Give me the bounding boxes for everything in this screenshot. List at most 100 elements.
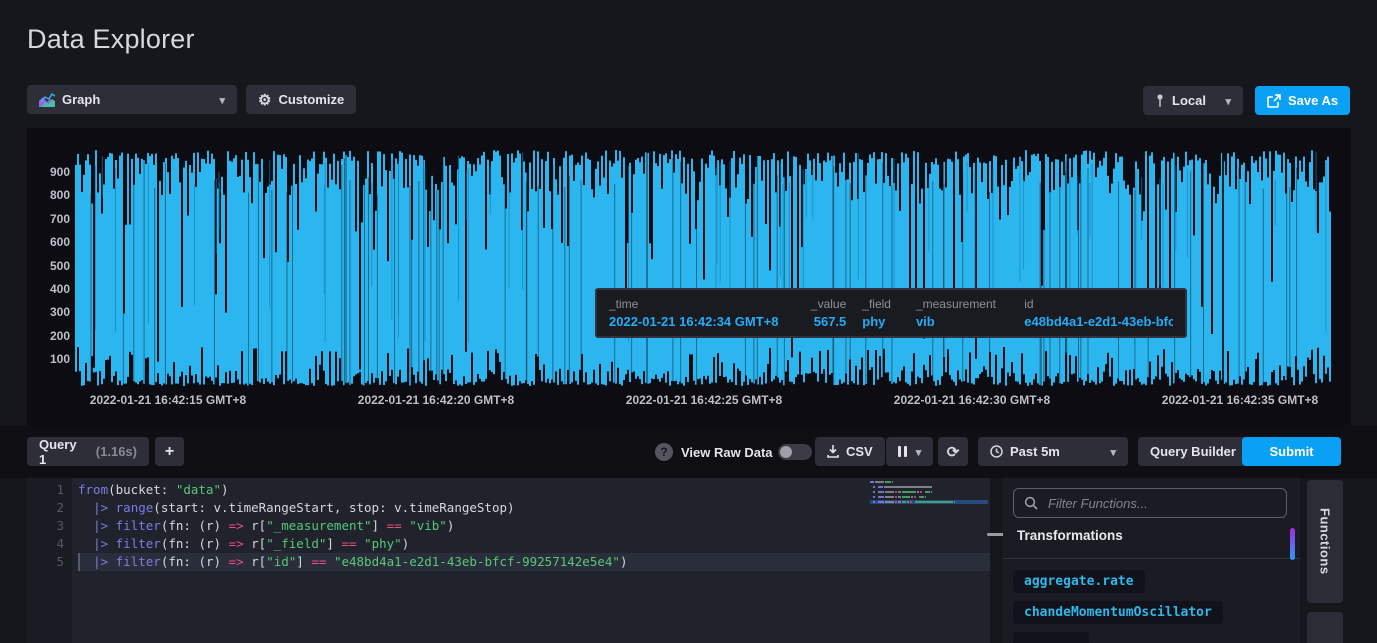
line-number: 4 [27,535,78,553]
pause-icon [898,446,907,457]
submit-button[interactable]: Submit [1242,437,1341,466]
x-tick-label: 2022-01-21 16:42:35 GMT+8 [1140,393,1340,407]
export-icon [1267,94,1281,108]
code-line[interactable]: 5 |> filter(fn: (r) => r["id"] == "e48bd… [27,553,990,571]
minimap-segment [914,496,916,498]
code-line[interactable]: 4 |> filter(fn: (r) => r["_field"] == "p… [27,535,990,553]
tooltip-column: id e48bd4a1-e2d1-43eb-bfcf-992… [1024,297,1173,329]
minimap-segment [885,496,894,498]
code-line[interactable]: 3 |> filter(fn: (r) => r["_measurement"]… [27,517,990,535]
refresh-button[interactable] [938,437,968,466]
chevron-down-icon [1108,444,1116,459]
minimap-segment [925,491,930,493]
visualization-type-dropdown[interactable]: Graph [27,85,237,114]
line-number: 3 [27,517,78,535]
minimap-segment [898,496,901,498]
tooltip-column-value: e48bd4a1-e2d1-43eb-bfcf-992… [1024,314,1173,329]
functions-panel: Transformations aggregate.rate chandeMome… [1003,478,1300,643]
flux-code-editor[interactable]: 1from(bucket: "data")2 |> range(start: v… [27,478,990,643]
tooltip-column: _time2022-01-21 16:42:34 GMT+8 [609,297,781,329]
pause-button[interactable] [886,437,933,466]
minimap-segment [885,491,894,493]
add-query-button[interactable]: + [155,437,184,466]
minimap-segment [873,486,875,488]
minimap-segment [895,496,897,498]
minimap-segment [895,491,897,493]
download-icon [827,445,839,458]
save-as-button[interactable]: Save As [1255,86,1350,115]
customize-label: Customize [278,92,344,107]
view-raw-data-toggle[interactable] [778,444,812,460]
minimap-segment [920,491,922,493]
x-tick-label: 2022-01-21 16:42:15 GMT+8 [68,393,268,407]
minimap-segment [878,486,883,488]
download-csv-button[interactable]: CSV [815,437,885,466]
minimap-segment [907,501,909,503]
minimap-segment [910,501,912,503]
filter-functions-input[interactable] [1046,495,1276,512]
tooltip-column-value: vib [916,314,1008,329]
code-text: |> filter(fn: (r) => r["_measurement"] =… [78,517,990,535]
minimap-segment [873,496,875,498]
minimap-segment [898,501,901,503]
filter-functions-searchbox[interactable] [1013,488,1287,518]
gear-icon [258,91,271,109]
save-as-label: Save As [1288,93,1338,108]
minimap-segment [917,491,919,493]
functions-scrollbar[interactable] [1290,528,1295,560]
code-text: |> range(start: v.timeRangeStart, stop: … [78,499,990,517]
tooltip-column-header: _field [862,297,900,311]
local-label: Local [1172,93,1206,108]
transformations-section-title: Transformations [1017,528,1123,543]
minimap-segment [884,486,932,488]
function-pill[interactable]: aggregate.rate [1013,570,1145,593]
help-icon[interactable]: ? [655,443,673,461]
minimap-segment [902,491,916,493]
chevron-down-icon [914,444,922,459]
time-range-label: Past 5m [1010,444,1060,459]
pin-icon [1155,94,1165,108]
minimap-segment [878,501,884,503]
search-icon [1024,496,1038,510]
function-pill-partial[interactable] [1013,632,1089,643]
toggle-knob [780,446,792,458]
tooltip-column-value: phy [862,314,900,329]
minimap-segment [875,481,884,483]
minimap-segment [892,481,893,483]
minimap-segment [878,496,884,498]
chevron-down-icon [217,92,225,107]
graph-panel: 100200300400500600700800900 2022-01-21 1… [27,128,1351,426]
plus-icon: + [165,443,174,461]
tooltip-column-value: 567.5 [797,314,846,329]
function-pill[interactable]: chandeMomentumOscillator [1013,601,1223,624]
tooltip-column: _value567.5 [797,297,846,329]
tooltip-column-value: 2022-01-21 16:42:34 GMT+8 [609,314,781,329]
csv-label: CSV [846,444,873,459]
query-tab-duration: (1.16s) [96,444,137,459]
line-number: 1 [27,481,78,499]
time-range-dropdown[interactable]: Past 5m [978,437,1128,466]
code-line[interactable]: 1from(bucket: "data") [27,481,990,499]
data-explorer-page: Data Explorer Graph Customize Local [0,0,1377,643]
refresh-icon [947,443,960,461]
minimap-segment [870,481,874,483]
tooltip-column: _measurementvib [916,297,1008,329]
tab-partial[interactable] [1307,612,1343,643]
x-tick-label: 2022-01-21 16:42:20 GMT+8 [336,393,536,407]
tab-functions[interactable]: Functions [1307,480,1343,603]
customize-button[interactable]: Customize [246,85,356,114]
minimap-segment [885,501,894,503]
minimap-segment [902,501,906,503]
editor-minimap[interactable] [870,481,990,521]
tooltip-column-header: id [1024,297,1173,311]
query-tab[interactable]: Query 1(1.16s) [27,437,149,466]
query-builder-button[interactable]: Query Builder [1138,437,1248,466]
x-tick-label: 2022-01-21 16:42:30 GMT+8 [872,393,1072,407]
line-number: 2 [27,499,78,517]
local-dropdown[interactable]: Local [1143,86,1243,115]
minimap-segment [898,491,901,493]
section-divider [1003,558,1300,559]
minimap-segment [873,491,875,493]
code-line[interactable]: 2 |> range(start: v.timeRangeStart, stop… [27,499,990,517]
code-text: |> filter(fn: (r) => r["id"] == "e48bd4a… [78,553,990,571]
